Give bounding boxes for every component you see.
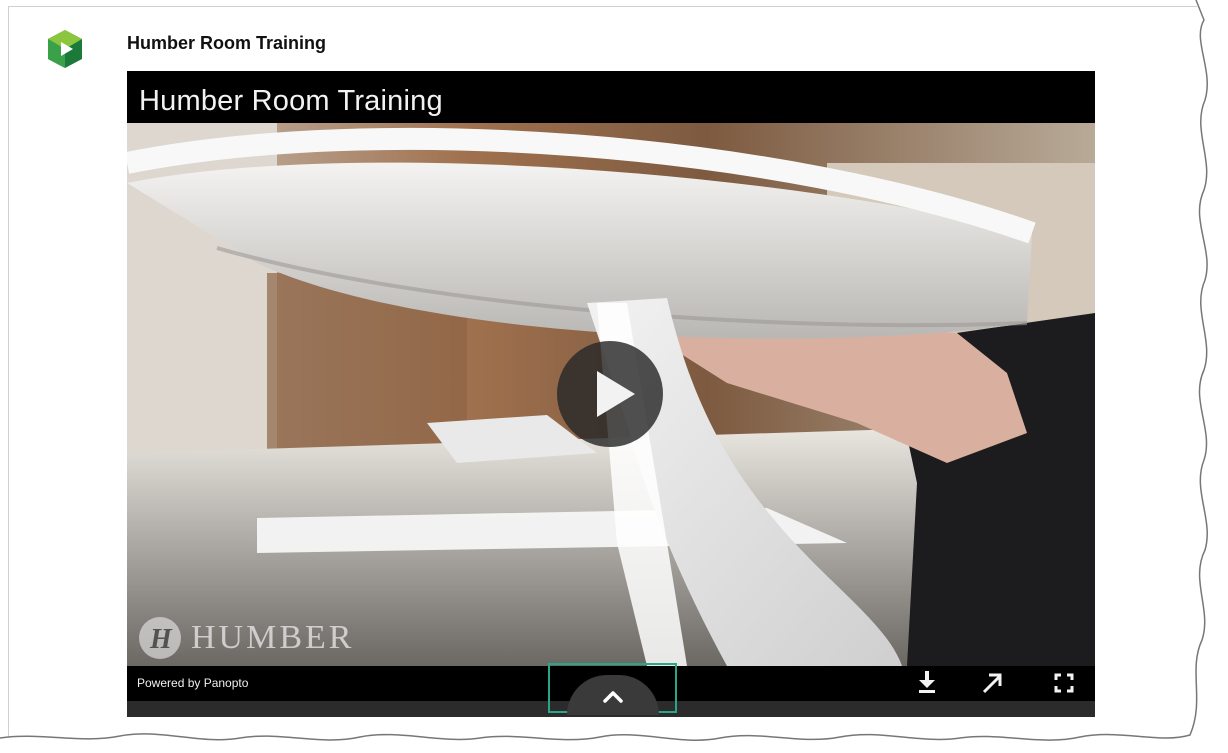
download-button[interactable] [910,666,944,700]
humber-logo-icon: H [139,617,181,659]
player-title: Humber Room Training [139,85,443,117]
panopto-logo-icon [44,28,86,70]
arrow-up-right-icon [982,673,1002,694]
svg-text:H: H [149,624,173,655]
fullscreen-button[interactable] [1047,666,1081,700]
play-button[interactable] [557,341,663,447]
humber-watermark-text: HUMBER [191,619,355,656]
expand-tab-highlight [548,663,677,715]
video-player[interactable]: Humber Room Training H HUMBER Powered by… [127,71,1095,717]
page-title[interactable]: Humber Room Training [127,33,326,54]
player-header: Humber Room Training [127,71,1095,123]
expand-details-button[interactable] [567,675,659,715]
humber-watermark: H HUMBER [137,616,354,660]
fullscreen-icon [1054,673,1074,693]
play-icon [597,371,635,417]
open-in-new-window-button[interactable] [975,666,1009,700]
chevron-up-icon [603,691,623,703]
download-icon [919,671,935,693]
powered-by-panopto[interactable]: Powered by Panopto [137,676,248,690]
